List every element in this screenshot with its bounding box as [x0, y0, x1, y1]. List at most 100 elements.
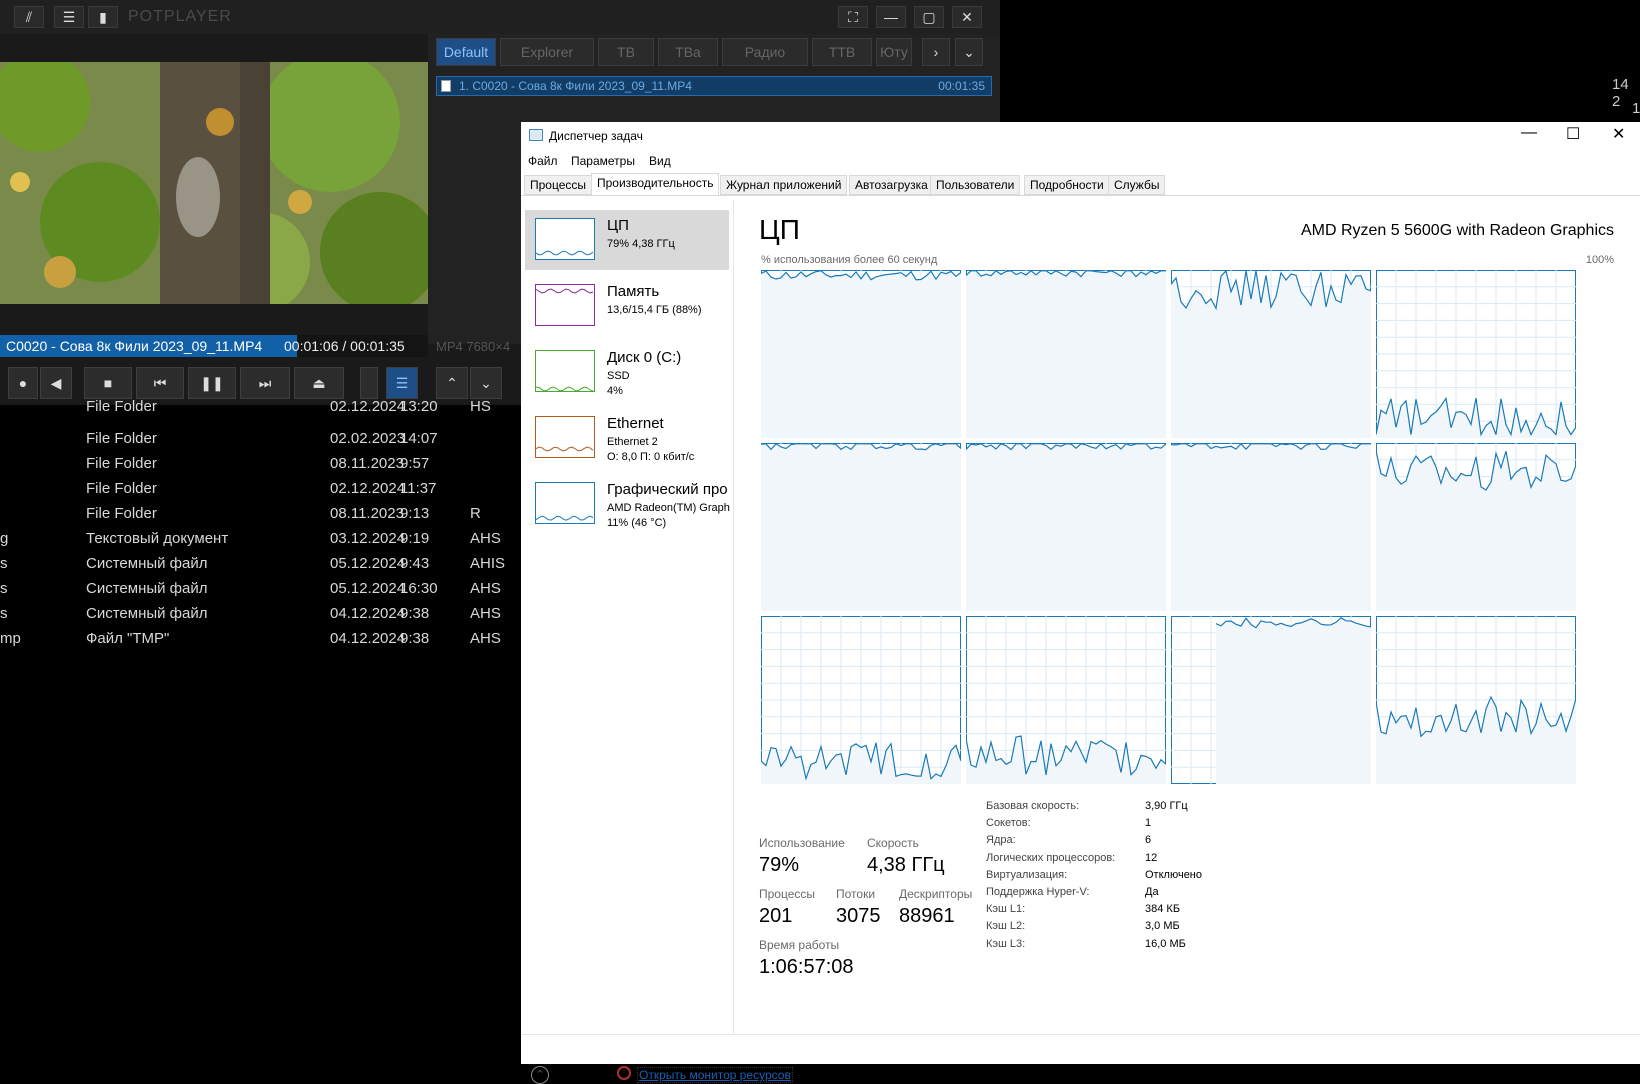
resource-monitor-icon [617, 1066, 631, 1080]
bookmark-icon[interactable]: ▮ [88, 6, 118, 28]
sidebar-thumbnail [535, 350, 595, 392]
file-row[interactable]: s Системный файл 05.12.2024 9:43 AHIS [0, 555, 520, 580]
sidebar-item[interactable]: Память 13,6/15,4 ГБ (88%) [525, 276, 729, 336]
tab-youtube[interactable]: Юту [876, 38, 912, 66]
move-down-icon[interactable]: ⌄ [470, 367, 502, 399]
file-attr: AHIS [470, 555, 506, 572]
maximize-button[interactable]: ▢ [914, 6, 944, 28]
sidebar-item-label: Память [607, 283, 660, 300]
tab-details[interactable]: Подробности [1024, 175, 1110, 195]
menu-icon[interactable]: ☰ [54, 6, 84, 28]
sidebar-item-label: Диск 0 (C:) [607, 349, 682, 366]
file-date: 02.02.2023 [330, 430, 406, 447]
tab-radio[interactable]: Радио [722, 38, 808, 66]
maximize-button[interactable]: ☐ [1566, 124, 1580, 144]
sidebar-sparkline [535, 515, 594, 521]
menu-file[interactable]: Файл [528, 154, 558, 168]
spec-label: Базовая скорость: [986, 800, 1080, 812]
tab-performance[interactable]: Производительность [591, 173, 720, 196]
minimize-button[interactable]: — [1521, 124, 1537, 142]
file-row[interactable]: s Системный файл 04.12.2024 9:38 AHS [0, 605, 520, 630]
tab-tva[interactable]: ТВа [658, 38, 718, 66]
chevron-down-icon[interactable]: ⌄ [955, 38, 983, 66]
tab-app-history[interactable]: Журнал приложений [720, 175, 848, 195]
video-image [0, 62, 428, 304]
tab-tv[interactable]: ТВ [598, 38, 654, 66]
core-graph [1376, 443, 1576, 611]
sidebar-item[interactable]: Диск 0 (C:) SSD 4% [525, 342, 729, 402]
stop-button[interactable]: ■ [84, 367, 132, 399]
tab-startup[interactable]: Автозагрузка [849, 175, 934, 195]
file-time: 16:30 [400, 580, 438, 597]
file-row[interactable]: File Folder 08.11.2023 9:13 R [0, 505, 520, 530]
playlist-item[interactable]: 1. C0020 - Сова 8к Фили 2023_09_11.MP4 0… [436, 76, 992, 96]
core-graph [1171, 270, 1371, 438]
video-frame[interactable] [0, 62, 428, 304]
potplayer-logo-icon[interactable]: ⫽ [14, 6, 44, 28]
chevron-right-icon[interactable]: › [922, 38, 950, 66]
eject-button[interactable]: ⏏ [294, 367, 344, 399]
move-up-icon[interactable]: ⌃ [436, 367, 468, 399]
core-graphs-grid [761, 270, 1615, 794]
file-type: File Folder [86, 480, 157, 497]
fullscreen-icon[interactable]: ⛶ [838, 6, 868, 28]
speed-value: 4,38 ГГц [867, 854, 945, 876]
cpu-model: AMD Ryzen 5 5600G with Radeon Graphics [1300, 222, 1614, 239]
menu-view[interactable]: Вид [649, 154, 671, 168]
sidebar-item[interactable]: Графический про AMD Radeon(TM) Graph 11% (… [525, 474, 730, 534]
close-button[interactable]: ✕ [1612, 124, 1625, 144]
tab-users[interactable]: Пользователи [930, 175, 1021, 195]
sidebar-item-detail: О: 8,0 П: 0 кбит/с [607, 451, 695, 463]
file-row[interactable]: s Системный файл 05.12.2024 16:30 AHS [0, 580, 520, 605]
file-row[interactable]: mp Файл "TMP" 04.12.2024 9:38 AHS [0, 630, 520, 655]
chat-icon[interactable]: ● [8, 367, 38, 399]
spec-label: Сокетов: [986, 817, 1031, 830]
spec-value: 12 [1145, 851, 1158, 864]
file-name: s [0, 555, 8, 572]
file-row[interactable]: File Folder 02.12.2024 13:20 HS [0, 398, 520, 423]
file-attr: AHS [470, 580, 501, 597]
spec-value: 16,0 МБ [1145, 937, 1186, 950]
file-type: File Folder [86, 398, 157, 415]
file-row[interactable]: File Folder 02.02.2023 14:07 [0, 430, 520, 455]
pause-button[interactable]: ❚❚ [188, 367, 236, 399]
next-button[interactable]: ⏭ [240, 367, 290, 399]
sidebar-item[interactable]: ЦП 79% 4,38 ГГц [525, 210, 729, 270]
page-title: ЦП [759, 214, 800, 245]
volume-icon[interactable]: ◀ [40, 367, 72, 399]
file-row[interactable]: File Folder 08.11.2023 9:57 [0, 455, 520, 480]
tab-processes[interactable]: Процессы [524, 175, 593, 195]
previous-button[interactable]: ⏮ [136, 367, 184, 399]
file-row[interactable]: g Текстовый документ 03.12.2024 9:19 AHS [0, 530, 520, 555]
tab-default[interactable]: Default [436, 38, 496, 66]
file-name: mp [0, 630, 21, 647]
file-attr: AHS [470, 530, 501, 547]
processes-label: Процессы [759, 887, 816, 901]
fewer-details-button[interactable]: Меньше [555, 1067, 601, 1081]
sidebar-item-detail: SSD [607, 370, 630, 382]
minimize-button[interactable]: — [876, 6, 906, 28]
file-row[interactable]: File Folder 02.12.2024 11:37 [0, 480, 520, 505]
close-button[interactable]: ✕ [952, 6, 982, 28]
open-resource-monitor-link[interactable]: Открыть монитор ресурсов [637, 1067, 793, 1083]
tab-ttv[interactable]: ТТВ [812, 38, 872, 66]
file-date: 05.12.2024 [330, 555, 406, 572]
sidebar-item[interactable]: Ethernet Ethernet 2 О: 8,0 П: 0 кбит/с [525, 408, 729, 468]
menu-options[interactable]: Параметры [571, 154, 635, 168]
processes-value: 201 [759, 905, 793, 927]
sidebar-item-label: ЦП [607, 217, 629, 234]
uptime-label: Время работы [759, 938, 840, 952]
playlist-toggle-icon[interactable]: ☰ [386, 367, 418, 399]
handles-value: 88961 [899, 905, 955, 927]
tab-services[interactable]: Службы [1108, 175, 1166, 195]
spec-value: 3,90 ГГц [1145, 800, 1188, 812]
core-graph [1376, 270, 1576, 438]
spec-value: Да [1145, 886, 1159, 898]
seek-bar[interactable]: C0020 - Сова 8к Фили 2023_09_11.MP4 00:0… [0, 335, 428, 357]
file-time: 13:20 [400, 398, 438, 415]
file-type: Файл "TMP" [86, 630, 170, 647]
clock-line-2: 1 [1632, 100, 1640, 117]
chevron-up-icon[interactable]: ⌃ [531, 1066, 549, 1084]
tab-explorer[interactable]: Explorer [500, 38, 594, 66]
volume-slider[interactable] [360, 367, 378, 399]
